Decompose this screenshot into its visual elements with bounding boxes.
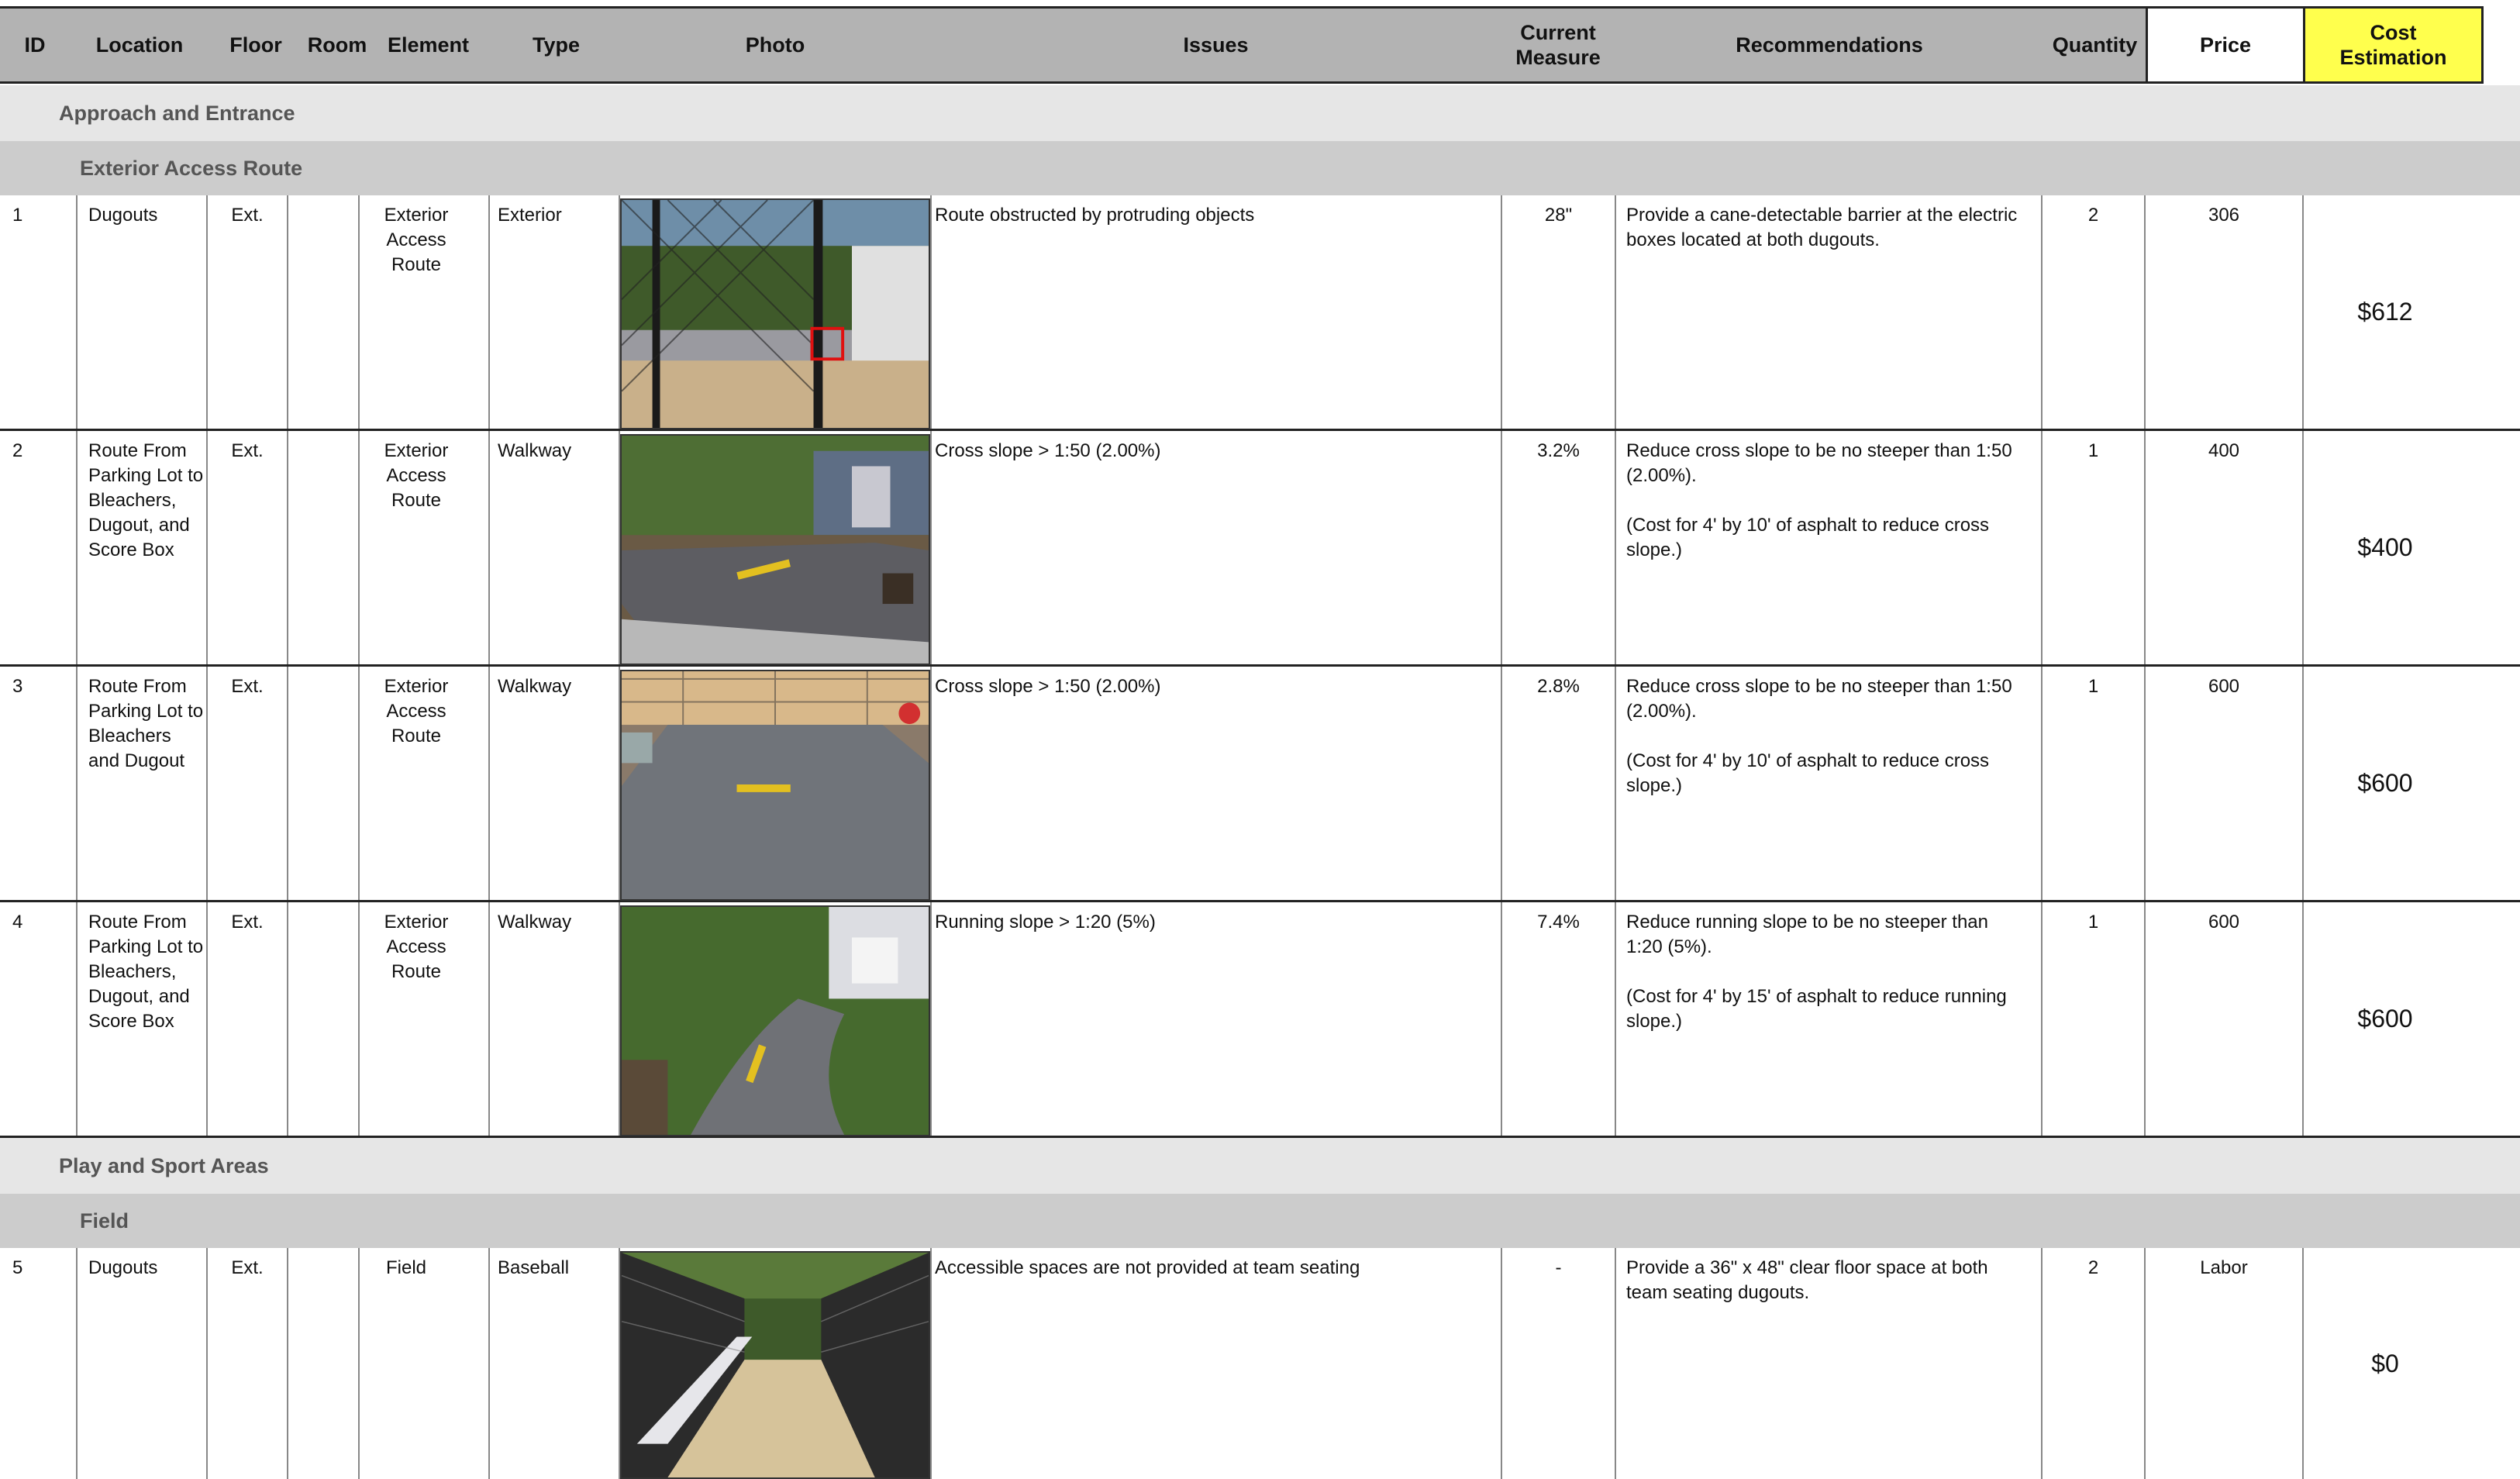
subsection-heading: Exterior Access Route bbox=[0, 141, 2520, 195]
cell-type: Baseball bbox=[498, 1257, 570, 1278]
table-row: 4 Route From Parking Lot to Bleachers, D… bbox=[0, 902, 2520, 1138]
cell-recommendation: Reduce cross slope to be no steeper than… bbox=[1626, 440, 2012, 560]
header-quantity: Quantity bbox=[2052, 33, 2138, 57]
cell-floor: Ext. bbox=[231, 1257, 264, 1278]
cell-quantity: 1 bbox=[2087, 676, 2099, 697]
cell-room bbox=[288, 1248, 358, 1479]
cell-location: Route From Parking Lot to Bleachers, Dug… bbox=[88, 912, 204, 1032]
cell-element: Exterior Access Route bbox=[384, 912, 449, 982]
section-heading: Approach and Entrance bbox=[0, 85, 2520, 141]
photo-dugout-fence bbox=[620, 198, 930, 429]
section-heading: Play and Sport Areas bbox=[0, 1138, 2520, 1194]
cell-issue: Route obstructed by protruding objects bbox=[935, 205, 1255, 226]
cell-issue: Running slope > 1:20 (5%) bbox=[935, 912, 1156, 933]
cell-type: Exterior bbox=[498, 205, 562, 226]
table-header: ID Location Floor Room Element Type Phot… bbox=[0, 6, 2484, 84]
cell-issue: Cross slope > 1:50 (2.00%) bbox=[935, 440, 1161, 461]
header-type: Type bbox=[532, 33, 580, 57]
cell-element: Exterior Access Route bbox=[384, 440, 449, 511]
cell-id: 1 bbox=[12, 205, 23, 226]
cell-current-measure: - bbox=[1555, 1257, 1562, 1278]
photo-curved-walkway bbox=[620, 905, 930, 1136]
cell-recommendation: Provide a 36" x 48" clear floor space at… bbox=[1626, 1257, 1988, 1303]
cell-room bbox=[288, 431, 358, 664]
cell-element: Field bbox=[385, 1257, 427, 1278]
cell-cost-estimation: $400 bbox=[2357, 533, 2413, 561]
cell-issue: Accessible spaces are not provided at te… bbox=[935, 1257, 1360, 1278]
cell-quantity: 2 bbox=[2087, 1257, 2099, 1278]
cell-location: Route From Parking Lot to Bleachers, Dug… bbox=[88, 440, 204, 560]
cell-element: Exterior Access Route bbox=[384, 676, 449, 746]
header-element: Element bbox=[387, 33, 470, 57]
photo-path-near-field bbox=[620, 670, 930, 901]
cell-floor: Ext. bbox=[231, 440, 264, 461]
cell-id: 4 bbox=[12, 912, 23, 933]
cell-floor: Ext. bbox=[231, 676, 264, 697]
header-current-measure: Current Measure bbox=[1515, 21, 1601, 69]
cell-floor: Ext. bbox=[231, 205, 264, 226]
cell-recommendation: Reduce running slope to be no steeper th… bbox=[1626, 912, 2007, 1032]
header-cost-estimation: Cost Estimation bbox=[2305, 9, 2484, 81]
cell-cost-estimation: $0 bbox=[2371, 1349, 2399, 1377]
header-room: Room bbox=[307, 33, 367, 57]
cell-quantity: 1 bbox=[2087, 912, 2099, 933]
cell-location: Dugouts bbox=[88, 1257, 158, 1278]
cell-cost-estimation: $612 bbox=[2357, 298, 2413, 326]
cell-price: 600 bbox=[2208, 676, 2240, 697]
cell-current-measure: 2.8% bbox=[1537, 676, 1580, 697]
cell-type: Walkway bbox=[498, 676, 572, 697]
cell-floor: Ext. bbox=[231, 912, 264, 933]
cell-room bbox=[288, 195, 358, 429]
table-row: 3 Route From Parking Lot to Bleachers an… bbox=[0, 667, 2520, 902]
cell-cost-estimation: $600 bbox=[2357, 1005, 2413, 1033]
header-location: Location bbox=[95, 33, 184, 57]
table-row: 5 Dugouts Ext. Field Baseball Accessible… bbox=[0, 1248, 2520, 1479]
cell-room bbox=[288, 902, 358, 1136]
header-price: Price bbox=[2146, 9, 2305, 81]
cell-type: Walkway bbox=[498, 440, 572, 461]
cell-recommendation: Provide a cane-detectable barrier at the… bbox=[1626, 205, 2018, 250]
cell-cost-estimation: $600 bbox=[2357, 769, 2413, 797]
cell-element: Exterior Access Route bbox=[384, 205, 449, 275]
cell-price: 400 bbox=[2208, 440, 2240, 461]
header-id: ID bbox=[24, 33, 46, 57]
cell-current-measure: 28" bbox=[1544, 205, 1573, 226]
table-row: 2 Route From Parking Lot to Bleachers, D… bbox=[0, 431, 2520, 667]
table-row: 1 Dugouts Ext. Exterior Access Route Ext… bbox=[0, 195, 2520, 431]
cell-id: 5 bbox=[12, 1257, 23, 1278]
cell-price: Labor bbox=[2200, 1257, 2248, 1278]
header-recommendations: Recommendations bbox=[1736, 33, 1923, 57]
cell-location: Route From Parking Lot to Bleachers and … bbox=[88, 676, 204, 771]
subsection-heading: Field bbox=[0, 1194, 2520, 1248]
header-issues: Issues bbox=[1183, 33, 1249, 57]
cost-estimate-sheet: ID Location Floor Room Element Type Phot… bbox=[0, 0, 2520, 1479]
cell-room bbox=[288, 667, 358, 900]
photo-walkway-cross-slope bbox=[620, 434, 930, 665]
cell-type: Walkway bbox=[498, 912, 572, 933]
cell-current-measure: 7.4% bbox=[1537, 912, 1580, 933]
cell-issue: Cross slope > 1:50 (2.00%) bbox=[935, 676, 1161, 697]
cell-id: 3 bbox=[12, 676, 23, 697]
cell-price: 306 bbox=[2208, 205, 2240, 226]
header-floor: Floor bbox=[229, 33, 282, 57]
cell-id: 2 bbox=[12, 440, 23, 461]
cell-price: 600 bbox=[2208, 912, 2240, 933]
cell-quantity: 2 bbox=[2087, 205, 2099, 226]
cell-location: Dugouts bbox=[88, 205, 158, 226]
cell-recommendation: Reduce cross slope to be no steeper than… bbox=[1626, 676, 2012, 796]
header-photo: Photo bbox=[745, 33, 805, 57]
cell-quantity: 1 bbox=[2087, 440, 2099, 461]
photo-dugout-bench bbox=[620, 1251, 930, 1479]
cell-current-measure: 3.2% bbox=[1537, 440, 1580, 461]
